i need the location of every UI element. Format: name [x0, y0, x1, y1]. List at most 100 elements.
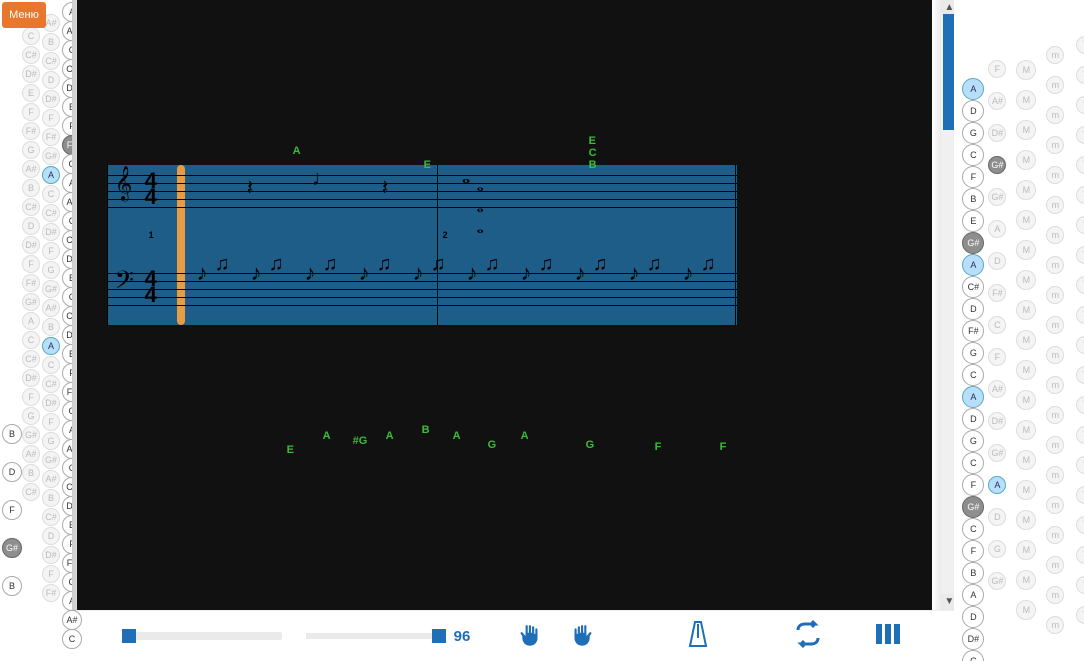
key-button[interactable]: C	[22, 331, 40, 349]
key-button[interactable]: B	[22, 464, 40, 482]
right-hand-toggle[interactable]	[568, 621, 594, 651]
key-button[interactable]: A#	[42, 470, 60, 488]
key-button[interactable]: F	[2, 500, 22, 520]
key-button[interactable]: M	[1016, 510, 1036, 530]
key-button[interactable]: B	[2, 576, 22, 596]
key-button[interactable]: G#	[962, 496, 984, 518]
key-button[interactable]: 7	[1076, 486, 1084, 504]
key-button[interactable]: C#	[22, 46, 40, 64]
key-button[interactable]: M	[1016, 600, 1036, 620]
key-button[interactable]: m	[1046, 76, 1064, 94]
key-button[interactable]: A#	[42, 299, 60, 317]
key-button[interactable]: B	[2, 424, 22, 444]
key-button[interactable]: A#	[988, 92, 1006, 110]
key-button[interactable]: 7	[1076, 546, 1084, 564]
key-button[interactable]: C	[42, 185, 60, 203]
key-button[interactable]: F	[962, 166, 984, 188]
key-button[interactable]: A	[962, 584, 984, 606]
key-button[interactable]: D#	[22, 65, 40, 83]
key-button[interactable]: 7	[1076, 216, 1084, 234]
key-button[interactable]: A	[962, 386, 984, 408]
key-button[interactable]: D	[22, 217, 40, 235]
key-button[interactable]: m	[1046, 586, 1064, 604]
scroll-down-icon[interactable]: ▼	[941, 594, 954, 610]
key-button[interactable]: D	[988, 508, 1006, 526]
key-button[interactable]: G#	[42, 280, 60, 298]
key-button[interactable]: C#	[22, 483, 40, 501]
key-button[interactable]: C	[962, 650, 984, 661]
key-button[interactable]: M	[1016, 570, 1036, 590]
key-button[interactable]: D	[962, 606, 984, 628]
scroll-thumb[interactable]	[943, 14, 954, 130]
key-button[interactable]: B	[962, 188, 984, 210]
key-button[interactable]: C#	[42, 375, 60, 393]
key-button[interactable]: M	[1016, 120, 1036, 140]
key-button[interactable]: m	[1046, 466, 1064, 484]
key-button[interactable]: B	[962, 562, 984, 584]
key-button[interactable]: M	[1016, 480, 1036, 500]
key-button[interactable]: A	[42, 337, 60, 355]
key-button[interactable]: M	[1016, 270, 1036, 290]
key-button[interactable]: m	[1046, 196, 1064, 214]
key-button[interactable]: G#	[42, 147, 60, 165]
key-button[interactable]: G#	[988, 156, 1006, 174]
key-button[interactable]: A	[988, 476, 1006, 494]
key-button[interactable]: D	[962, 100, 984, 122]
key-button[interactable]: G#	[42, 451, 60, 469]
key-button[interactable]: 7	[1076, 456, 1084, 474]
accordion-view-toggle[interactable]	[872, 618, 904, 655]
key-button[interactable]: M	[1016, 210, 1036, 230]
key-button[interactable]: m	[1046, 556, 1064, 574]
key-button[interactable]: C	[962, 518, 984, 540]
key-button[interactable]: 7	[1076, 126, 1084, 144]
key-button[interactable]: F#	[22, 274, 40, 292]
tempo-knob[interactable]	[432, 629, 446, 643]
key-button[interactable]: G	[42, 432, 60, 450]
menu-button[interactable]: Меню	[2, 2, 46, 28]
key-button[interactable]: D	[988, 252, 1006, 270]
key-button[interactable]: G#	[22, 293, 40, 311]
key-button[interactable]: C	[962, 144, 984, 166]
key-button[interactable]: G#	[962, 232, 984, 254]
key-button[interactable]: D#	[22, 236, 40, 254]
key-button[interactable]: M	[1016, 90, 1036, 110]
key-button[interactable]: 7	[1076, 66, 1084, 84]
key-button[interactable]: M	[1016, 390, 1036, 410]
key-button[interactable]: 7	[1076, 336, 1084, 354]
key-button[interactable]: F	[22, 103, 40, 121]
key-button[interactable]: m	[1046, 526, 1064, 544]
key-button[interactable]: 7	[1076, 156, 1084, 174]
key-button[interactable]: F	[42, 565, 60, 583]
key-button[interactable]: M	[1016, 540, 1036, 560]
key-button[interactable]: B	[42, 33, 60, 51]
key-button[interactable]: F#	[42, 128, 60, 146]
key-button[interactable]: C	[62, 629, 82, 649]
key-button[interactable]: D#	[988, 124, 1006, 142]
key-button[interactable]: 7	[1076, 606, 1084, 624]
key-button[interactable]: m	[1046, 496, 1064, 514]
key-button[interactable]: G#	[2, 538, 22, 558]
key-button[interactable]: A	[42, 166, 60, 184]
key-button[interactable]: M	[1016, 420, 1036, 440]
key-button[interactable]: M	[1016, 450, 1036, 470]
key-button[interactable]: G	[962, 430, 984, 452]
key-button[interactable]: m	[1046, 166, 1064, 184]
key-button[interactable]: C#	[962, 276, 984, 298]
key-button[interactable]: C	[988, 316, 1006, 334]
key-button[interactable]: 7	[1076, 96, 1084, 114]
key-button[interactable]: B	[42, 489, 60, 507]
key-button[interactable]: C	[22, 27, 40, 45]
key-button[interactable]: F	[42, 242, 60, 260]
key-button[interactable]: D#	[42, 223, 60, 241]
key-button[interactable]: C	[962, 364, 984, 386]
vertical-scrollbar[interactable]: ▲ ▼	[941, 0, 954, 610]
score-page[interactable]: 𝄞 𝄢 44 44 1 2 𝄽 ♩ 𝄽 𝅝 𝅝𝅝𝅝 ♪	[77, 0, 950, 610]
loop-toggle[interactable]	[792, 618, 824, 655]
key-button[interactable]: E	[962, 210, 984, 232]
key-button[interactable]: m	[1046, 436, 1064, 454]
key-button[interactable]: D	[42, 71, 60, 89]
key-button[interactable]: F	[962, 540, 984, 562]
key-button[interactable]: A	[988, 220, 1006, 238]
key-button[interactable]: m	[1046, 226, 1064, 244]
key-button[interactable]: C#	[22, 198, 40, 216]
